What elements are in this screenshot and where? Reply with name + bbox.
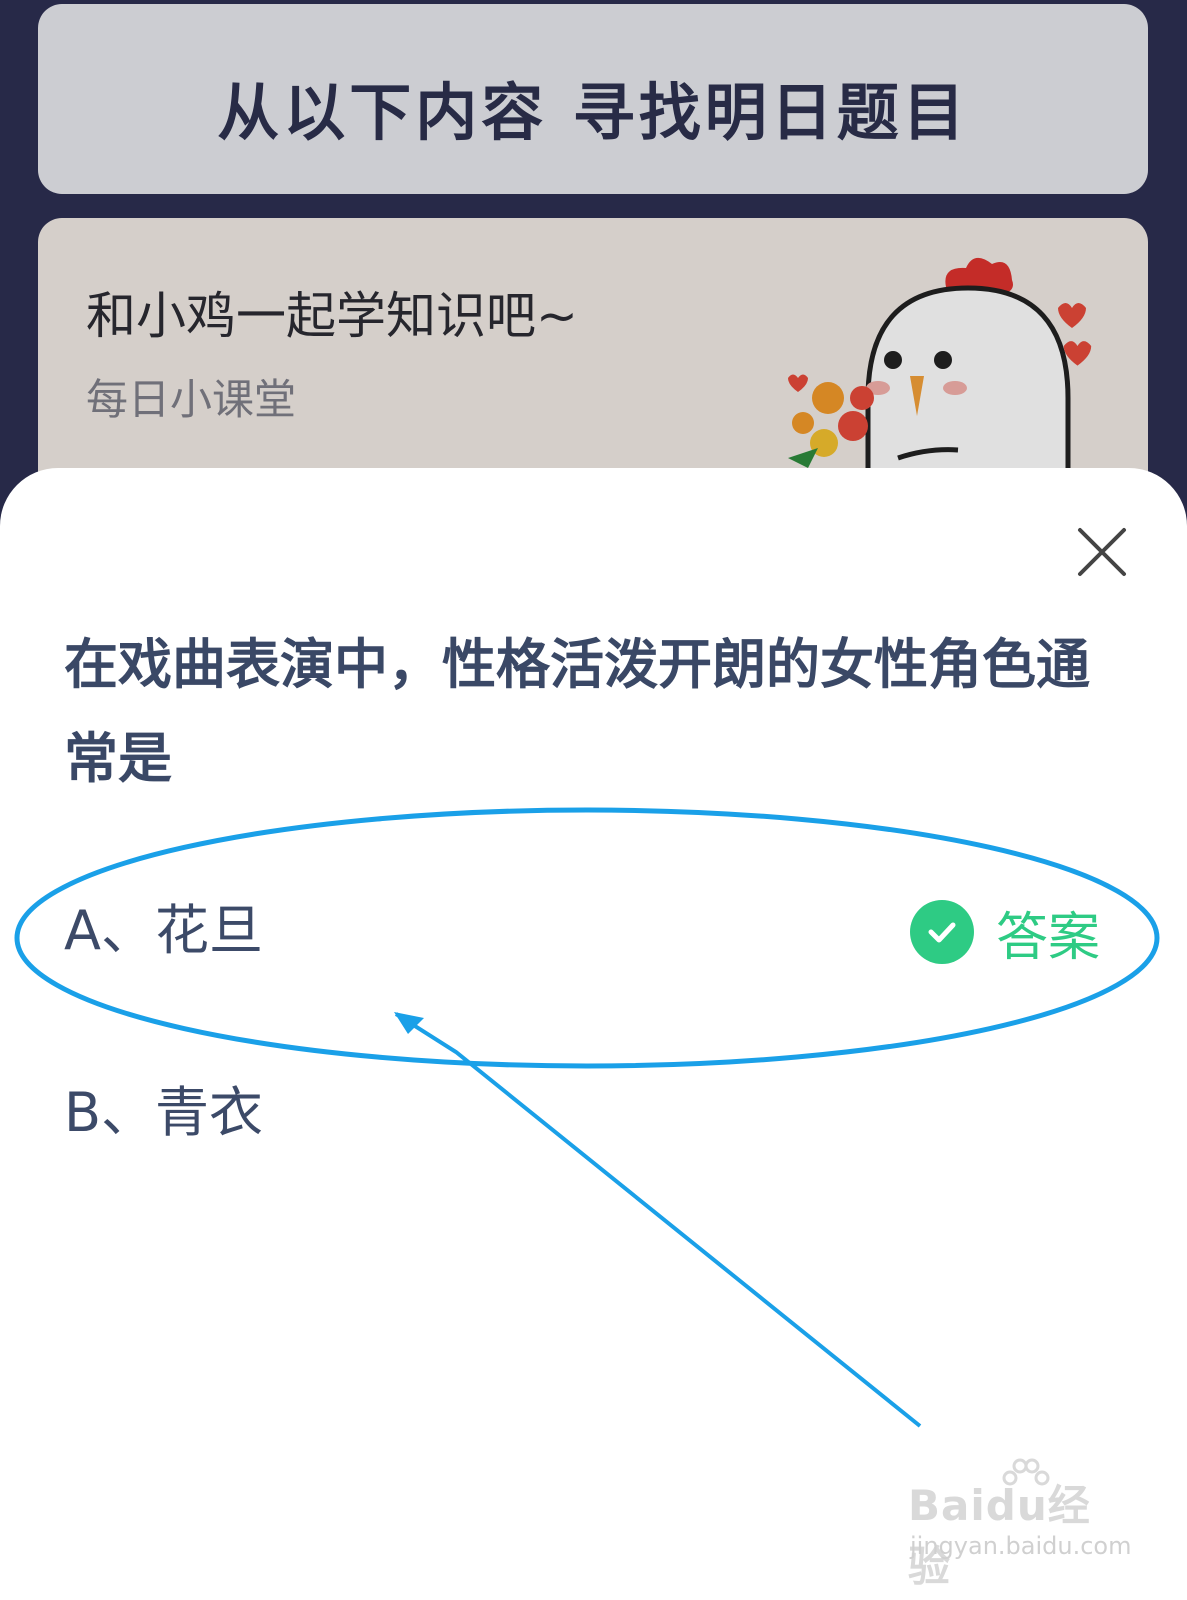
close-button[interactable]: [1074, 524, 1130, 580]
answer-badge: 答案: [909, 900, 1100, 968]
option-a[interactable]: A、花旦 答案: [40, 876, 1120, 986]
option-a-label: A、花旦: [64, 899, 263, 962]
check-circle-icon: [909, 900, 974, 964]
answer-badge-label: 答案: [995, 907, 1100, 968]
baidu-watermark: Baidu经验 jingyan.baidu.com: [908, 1458, 1132, 1591]
option-b-label: B、青衣: [64, 1081, 264, 1144]
option-b[interactable]: B、青衣: [40, 1058, 1120, 1168]
close-icon: [1078, 528, 1126, 576]
watermark-url: jingyan.baidu.com: [910, 1532, 1132, 1560]
question-text: 在戏曲表演中，性格活泼开朗的女性角色通常是: [64, 633, 1090, 790]
